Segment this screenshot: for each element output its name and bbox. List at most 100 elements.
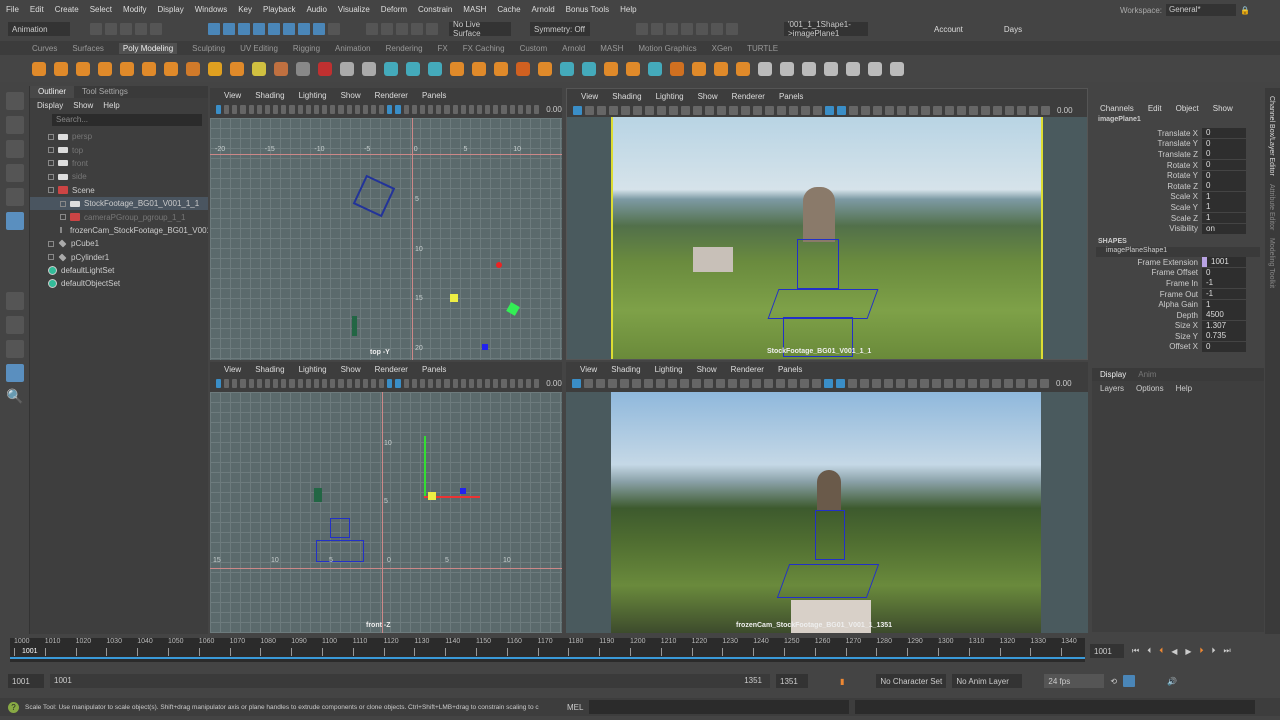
menu-deform[interactable]: Deform — [381, 5, 407, 14]
shelf-tab-xgen[interactable]: XGen — [712, 44, 732, 53]
viewport-tool-icon[interactable] — [232, 378, 238, 388]
channel-label[interactable]: Frame In — [1092, 279, 1202, 288]
go-to-start-icon[interactable]: ⏮ — [1132, 646, 1139, 656]
channel-label[interactable]: Translate Z — [1092, 150, 1202, 159]
menu-visualize[interactable]: Visualize — [338, 5, 370, 14]
open-scene-icon[interactable] — [105, 23, 117, 35]
save-scene-icon[interactable] — [120, 23, 132, 35]
channel-label[interactable]: Scale Z — [1092, 214, 1202, 223]
viewport-tool-icon[interactable] — [273, 104, 279, 114]
viewport-tool-icon[interactable] — [957, 105, 966, 115]
viewport-tool-icon[interactable] — [525, 378, 532, 388]
viewport-tool-icon[interactable] — [370, 104, 377, 114]
channel-label[interactable]: Frame Out — [1092, 290, 1202, 299]
channel-row[interactable]: Offset X0 — [1092, 341, 1264, 353]
shelf-tab-poly-modeling[interactable]: Poly Modeling — [118, 42, 178, 54]
shelf-tool-icon[interactable] — [384, 61, 398, 76]
search-icon[interactable]: 🔍 — [6, 388, 24, 406]
manip-x-handle[interactable] — [496, 262, 502, 268]
live-surface-field[interactable]: No Live Surface — [449, 20, 511, 38]
viewport-tool-icon[interactable] — [993, 105, 1002, 115]
camera-pgroup-icon[interactable] — [352, 174, 396, 218]
viewport-tool-icon[interactable] — [297, 378, 303, 388]
channels-menu[interactable]: Channels — [1100, 104, 1134, 113]
image-plane[interactable] — [611, 392, 1041, 633]
viewport-tool-icon[interactable] — [477, 104, 483, 114]
channel-row[interactable]: Frame Extension 1001 — [1092, 257, 1264, 268]
outliner-item[interactable]: persp — [30, 130, 208, 143]
viewport-menu-panels[interactable]: Panels — [422, 91, 446, 100]
viewport-tool-icon[interactable] — [452, 378, 458, 388]
viewport-tool-icon[interactable] — [534, 378, 540, 388]
help-menu[interactable]: Help — [1176, 384, 1192, 393]
viewport-tool-icon[interactable] — [741, 105, 750, 115]
viewport-tool-icon[interactable] — [753, 105, 762, 115]
viewport-tool-icon[interactable] — [485, 104, 491, 114]
viewport-tool-icon[interactable] — [992, 378, 1001, 388]
expand-icon[interactable] — [48, 173, 54, 180]
viewport-value[interactable]: 0.00 — [1057, 106, 1073, 115]
lasso-tool-icon[interactable] — [6, 116, 24, 134]
viewport-tool-icon[interactable] — [436, 378, 442, 388]
viewport-tool-icon[interactable] — [411, 104, 417, 114]
viewport-tool-icon[interactable] — [584, 378, 593, 388]
shelf-tab-fx-caching[interactable]: FX Caching — [463, 44, 505, 53]
outliner-item[interactable]: top — [30, 143, 208, 156]
viewport-tool-icon[interactable] — [909, 105, 918, 115]
command-input[interactable] — [589, 700, 850, 714]
channel-label[interactable]: Translate X — [1092, 129, 1202, 138]
viewport-tool-icon[interactable] — [704, 378, 713, 388]
menu-bonus-tools[interactable]: Bonus Tools — [566, 5, 609, 14]
viewport-tool-icon[interactable] — [525, 104, 532, 114]
viewport-tool-icon[interactable] — [956, 378, 965, 388]
channel-row[interactable]: Translate X0 — [1092, 128, 1264, 139]
viewport-menu-panels[interactable]: Panels — [422, 365, 446, 374]
outliner-item[interactable]: pCylinder1 — [30, 251, 208, 264]
menu-windows[interactable]: Windows — [195, 5, 227, 14]
channel-value[interactable]: on — [1202, 223, 1246, 234]
outliner-item[interactable]: frozenCam_StockFootage_BG01_V001_1_1 — [30, 224, 208, 237]
channel-row[interactable]: Translate Y0 — [1092, 138, 1264, 150]
viewport-tool-icon[interactable] — [468, 104, 474, 114]
character-set-dropdown[interactable]: No Character Set — [876, 674, 947, 688]
select-hierarchy-icon[interactable] — [208, 23, 220, 35]
shelf-tool-icon[interactable] — [362, 61, 376, 76]
go-to-end-icon[interactable]: ⏭ — [1224, 646, 1231, 656]
viewport-tool-icon[interactable] — [849, 105, 858, 115]
channel-label[interactable]: Scale Y — [1092, 203, 1202, 212]
viewport-tool-icon[interactable] — [873, 105, 882, 115]
tab-attribute-editor[interactable]: Attribute Editor — [1268, 184, 1275, 230]
viewport-tool-icon[interactable] — [517, 104, 523, 114]
shelf-tab-uv-editing[interactable]: UV Editing — [240, 44, 278, 53]
viewport-tool-icon[interactable] — [765, 105, 774, 115]
viewport-tool-icon[interactable] — [1028, 378, 1037, 388]
tab-outliner[interactable]: Outliner — [30, 86, 75, 98]
viewport-tool-icon[interactable] — [633, 105, 642, 115]
viewport-tool-icon[interactable] — [705, 105, 714, 115]
channel-label[interactable]: Visibility — [1092, 224, 1202, 233]
expand-icon[interactable] — [48, 187, 54, 194]
camera-input-field[interactable]: '001_1_1Shape1->imagePlane1 — [784, 20, 868, 38]
channel-value[interactable]: 1.307 — [1202, 320, 1246, 331]
outliner-item[interactable]: front — [30, 157, 208, 170]
shelf-tool-icon[interactable] — [164, 61, 178, 76]
select-tool-icon[interactable] — [6, 92, 24, 110]
step-back-icon[interactable]: ⏴ — [1147, 646, 1151, 656]
shelf-tool-icon[interactable] — [890, 61, 904, 76]
tab-channel-box[interactable]: Channel Box/Layer Editor — [1268, 96, 1275, 176]
viewport-tool-icon[interactable] — [305, 104, 311, 114]
viewport-tool-icon[interactable] — [485, 378, 491, 388]
viewport-tool-icon[interactable] — [403, 104, 409, 114]
viewport-tool-icon[interactable] — [395, 104, 401, 114]
viewport-tool-icon[interactable] — [379, 378, 385, 388]
viewport-tool-icon[interactable] — [452, 104, 458, 114]
viewport-menu-renderer[interactable]: Renderer — [375, 365, 408, 374]
viewport-tool-icon[interactable] — [896, 378, 905, 388]
viewport-tool-icon[interactable] — [362, 378, 368, 388]
shelf-tab-turtle[interactable]: TURTLE — [747, 44, 778, 53]
menu-display[interactable]: Display — [158, 5, 184, 14]
shelf-tool-icon[interactable] — [538, 61, 552, 76]
start-frame-field[interactable]: 1001 — [8, 674, 44, 688]
outliner-menu-display[interactable]: Display — [37, 101, 63, 110]
channel-row[interactable]: Translate Z0 — [1092, 149, 1264, 160]
